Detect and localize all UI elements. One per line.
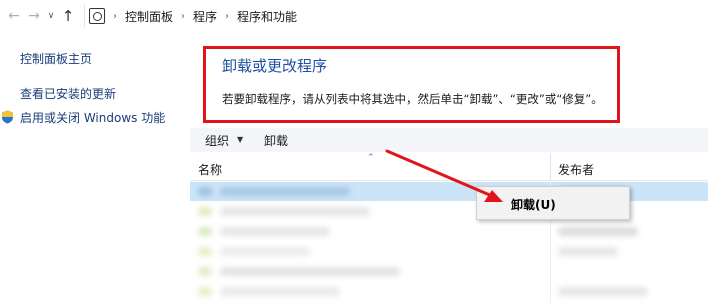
- breadcrumb-control-panel[interactable]: 控制面板: [125, 8, 173, 25]
- table-row[interactable]: [190, 202, 708, 221]
- forward-arrow-icon[interactable]: →: [24, 5, 44, 27]
- sidebar-item-windows-features[interactable]: 启用或关闭 Windows 功能: [20, 109, 165, 126]
- breadcrumb-programs-and-features[interactable]: 程序和功能: [237, 8, 297, 25]
- uac-shield-icon: [2, 110, 13, 124]
- recent-locations-chevron-icon[interactable]: ∨: [44, 5, 58, 27]
- sidebar-item-control-panel-home[interactable]: 控制面板主页: [20, 50, 92, 67]
- table-row[interactable]: [190, 242, 708, 261]
- chevron-right-icon[interactable]: ›: [113, 11, 117, 22]
- back-arrow-icon[interactable]: ←: [4, 5, 24, 27]
- program-list[interactable]: [190, 182, 708, 303]
- column-name-header[interactable]: 名称: [198, 161, 222, 178]
- table-row[interactable]: [190, 262, 708, 281]
- table-row[interactable]: [190, 282, 708, 301]
- sidebar-item-view-installed-updates[interactable]: 查看已安装的更新: [20, 85, 116, 102]
- highlight-box: [203, 46, 620, 123]
- column-divider[interactable]: [550, 153, 551, 181]
- context-menu-uninstall[interactable]: 卸载(U): [511, 196, 556, 213]
- uninstall-button[interactable]: 卸载: [264, 132, 288, 149]
- up-arrow-icon[interactable]: ↑: [58, 5, 78, 27]
- context-menu: 卸载(U): [476, 186, 630, 220]
- sort-ascending-icon: ⌃: [367, 153, 375, 163]
- organize-dropdown-icon[interactable]: ▼: [237, 135, 243, 144]
- column-header: ⌃ 名称 发布者: [190, 153, 708, 181]
- chevron-right-icon[interactable]: ›: [225, 11, 229, 22]
- column-publisher-header[interactable]: 发布者: [558, 161, 594, 178]
- table-row[interactable]: [190, 182, 708, 201]
- breadcrumb[interactable]: › 控制面板 › 程序 › 程序和功能: [84, 4, 708, 28]
- breadcrumb-programs[interactable]: 程序: [193, 8, 217, 25]
- control-panel-icon: [89, 8, 105, 24]
- chevron-right-icon[interactable]: ›: [181, 11, 185, 22]
- table-row[interactable]: [190, 222, 708, 241]
- command-toolbar: 组织 ▼ 卸载: [190, 128, 708, 152]
- address-bar: ← → ∨ ↑ › 控制面板 › 程序 › 程序和功能: [0, 0, 708, 32]
- organize-button[interactable]: 组织: [205, 132, 229, 149]
